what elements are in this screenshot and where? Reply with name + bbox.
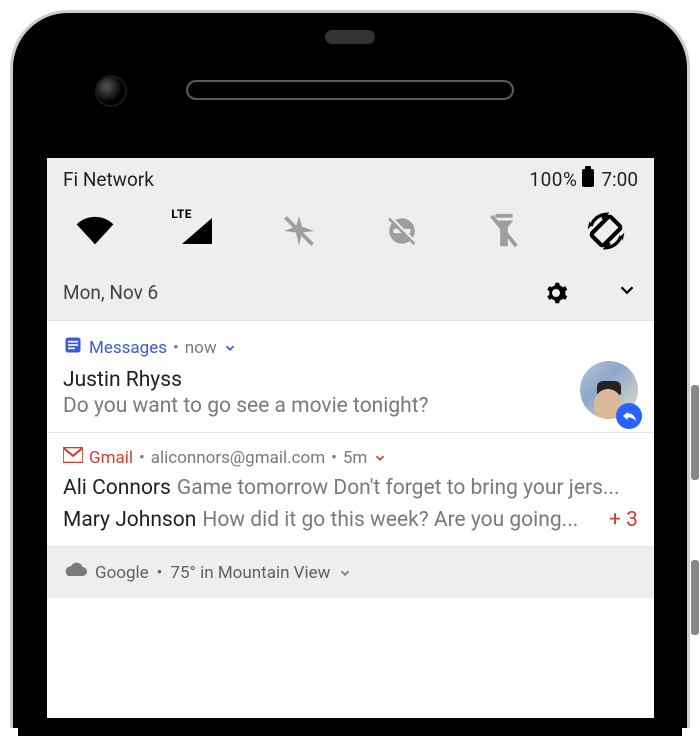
weather-summary: 75° in Mountain View	[170, 563, 330, 583]
gmail-from-1: Mary Johnson	[63, 508, 196, 532]
gmail-app-name: Gmail	[89, 448, 133, 468]
gmail-row-0: Ali Connors Game tomorrow Don't forget t…	[63, 476, 638, 500]
reply-button[interactable]	[616, 403, 642, 429]
weather-app-name: Google	[95, 563, 149, 583]
gmail-account: aliconnors@gmail.com	[151, 448, 325, 468]
messages-app-name: Messages	[89, 338, 167, 358]
clock: 7:00	[601, 168, 638, 191]
gmail-overflow: + 3	[609, 508, 638, 532]
lte-label: LTE	[171, 207, 192, 221]
messages-when: now	[185, 338, 217, 358]
do-not-disturb-tile[interactable]	[378, 211, 426, 251]
notification-weather[interactable]: Google • 75° in Mountain View	[47, 547, 654, 598]
gmail-row-1: Mary Johnson How did it go this week? Ar…	[63, 508, 638, 532]
messages-body: Do you want to go see a movie tonight?	[63, 394, 638, 418]
gmail-from-0: Ali Connors	[63, 476, 171, 500]
notification-gmail[interactable]: Gmail • aliconnors@gmail.com • 5m Ali Co…	[47, 433, 654, 547]
screen: Fi Network 100% 7:00 LTE	[47, 158, 654, 718]
airplane-mode-tile[interactable]	[275, 211, 323, 251]
battery-icon	[581, 166, 595, 193]
chevron-down-icon[interactable]	[338, 566, 352, 580]
separator: •	[139, 448, 145, 468]
expand-button[interactable]	[616, 279, 638, 306]
quick-settings-tiles: LTE	[47, 199, 654, 269]
separator: •	[157, 563, 163, 583]
separator: •	[173, 338, 179, 358]
cloud-icon	[63, 561, 87, 584]
auto-rotate-tile[interactable]	[582, 211, 630, 251]
flashlight-tile[interactable]	[480, 211, 528, 251]
battery-percent: 100%	[529, 168, 577, 191]
status-bar: Fi Network 100% 7:00	[47, 158, 654, 199]
gmail-snippet-1: How did it go this week? Are you going..…	[202, 508, 599, 532]
messages-icon	[63, 335, 83, 360]
front-camera	[95, 75, 127, 107]
gmail-snippet-0: Game tomorrow Don't forget to bring your…	[177, 476, 638, 500]
top-notch	[325, 30, 375, 44]
quick-settings-panel: Fi Network 100% 7:00 LTE	[47, 158, 654, 321]
messages-sender: Justin Rhyss	[63, 368, 638, 392]
settings-button[interactable]	[544, 281, 568, 305]
separator: •	[331, 448, 337, 468]
carrier-label: Fi Network	[63, 168, 154, 191]
gmail-when: 5m	[343, 448, 367, 468]
date-row: Mon, Nov 6	[47, 269, 654, 320]
cellular-tile[interactable]: LTE	[173, 211, 221, 251]
wifi-tile[interactable]	[71, 211, 119, 251]
date-label: Mon, Nov 6	[63, 281, 158, 304]
chevron-down-icon[interactable]	[223, 341, 237, 355]
gmail-icon	[63, 447, 83, 468]
earpiece-speaker	[186, 80, 514, 100]
notification-messages[interactable]: Messages • now Justin Rhyss Do you want …	[47, 321, 654, 433]
chevron-down-icon[interactable]	[373, 451, 387, 465]
